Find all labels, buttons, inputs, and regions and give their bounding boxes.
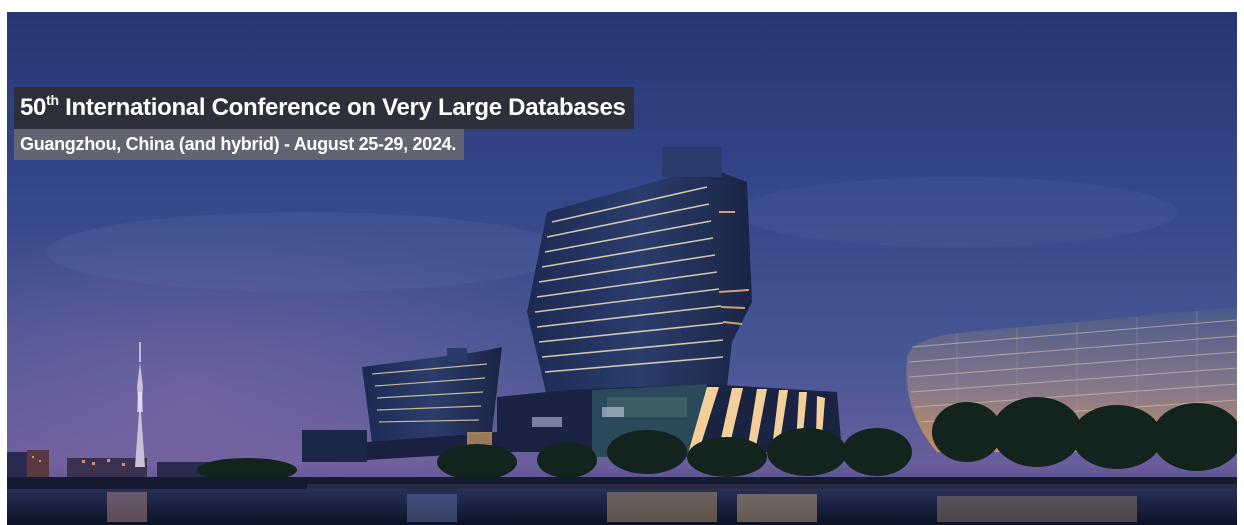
conference-subtitle-box: Guangzhou, China (and hybrid) - August 2… xyxy=(14,129,465,160)
title-ordinal: 50 xyxy=(20,94,47,121)
conference-banner: 50th International Conference on Very La… xyxy=(7,12,1237,525)
title-rest: International Conference on Very Large D… xyxy=(58,94,626,121)
conference-title-box: 50th International Conference on Very La… xyxy=(14,87,634,129)
conference-title: 50th International Conference on Very La… xyxy=(20,92,626,122)
title-ordinal-suffix: th xyxy=(46,92,59,108)
conference-subtitle: Guangzhou, China (and hybrid) - August 2… xyxy=(20,134,457,154)
